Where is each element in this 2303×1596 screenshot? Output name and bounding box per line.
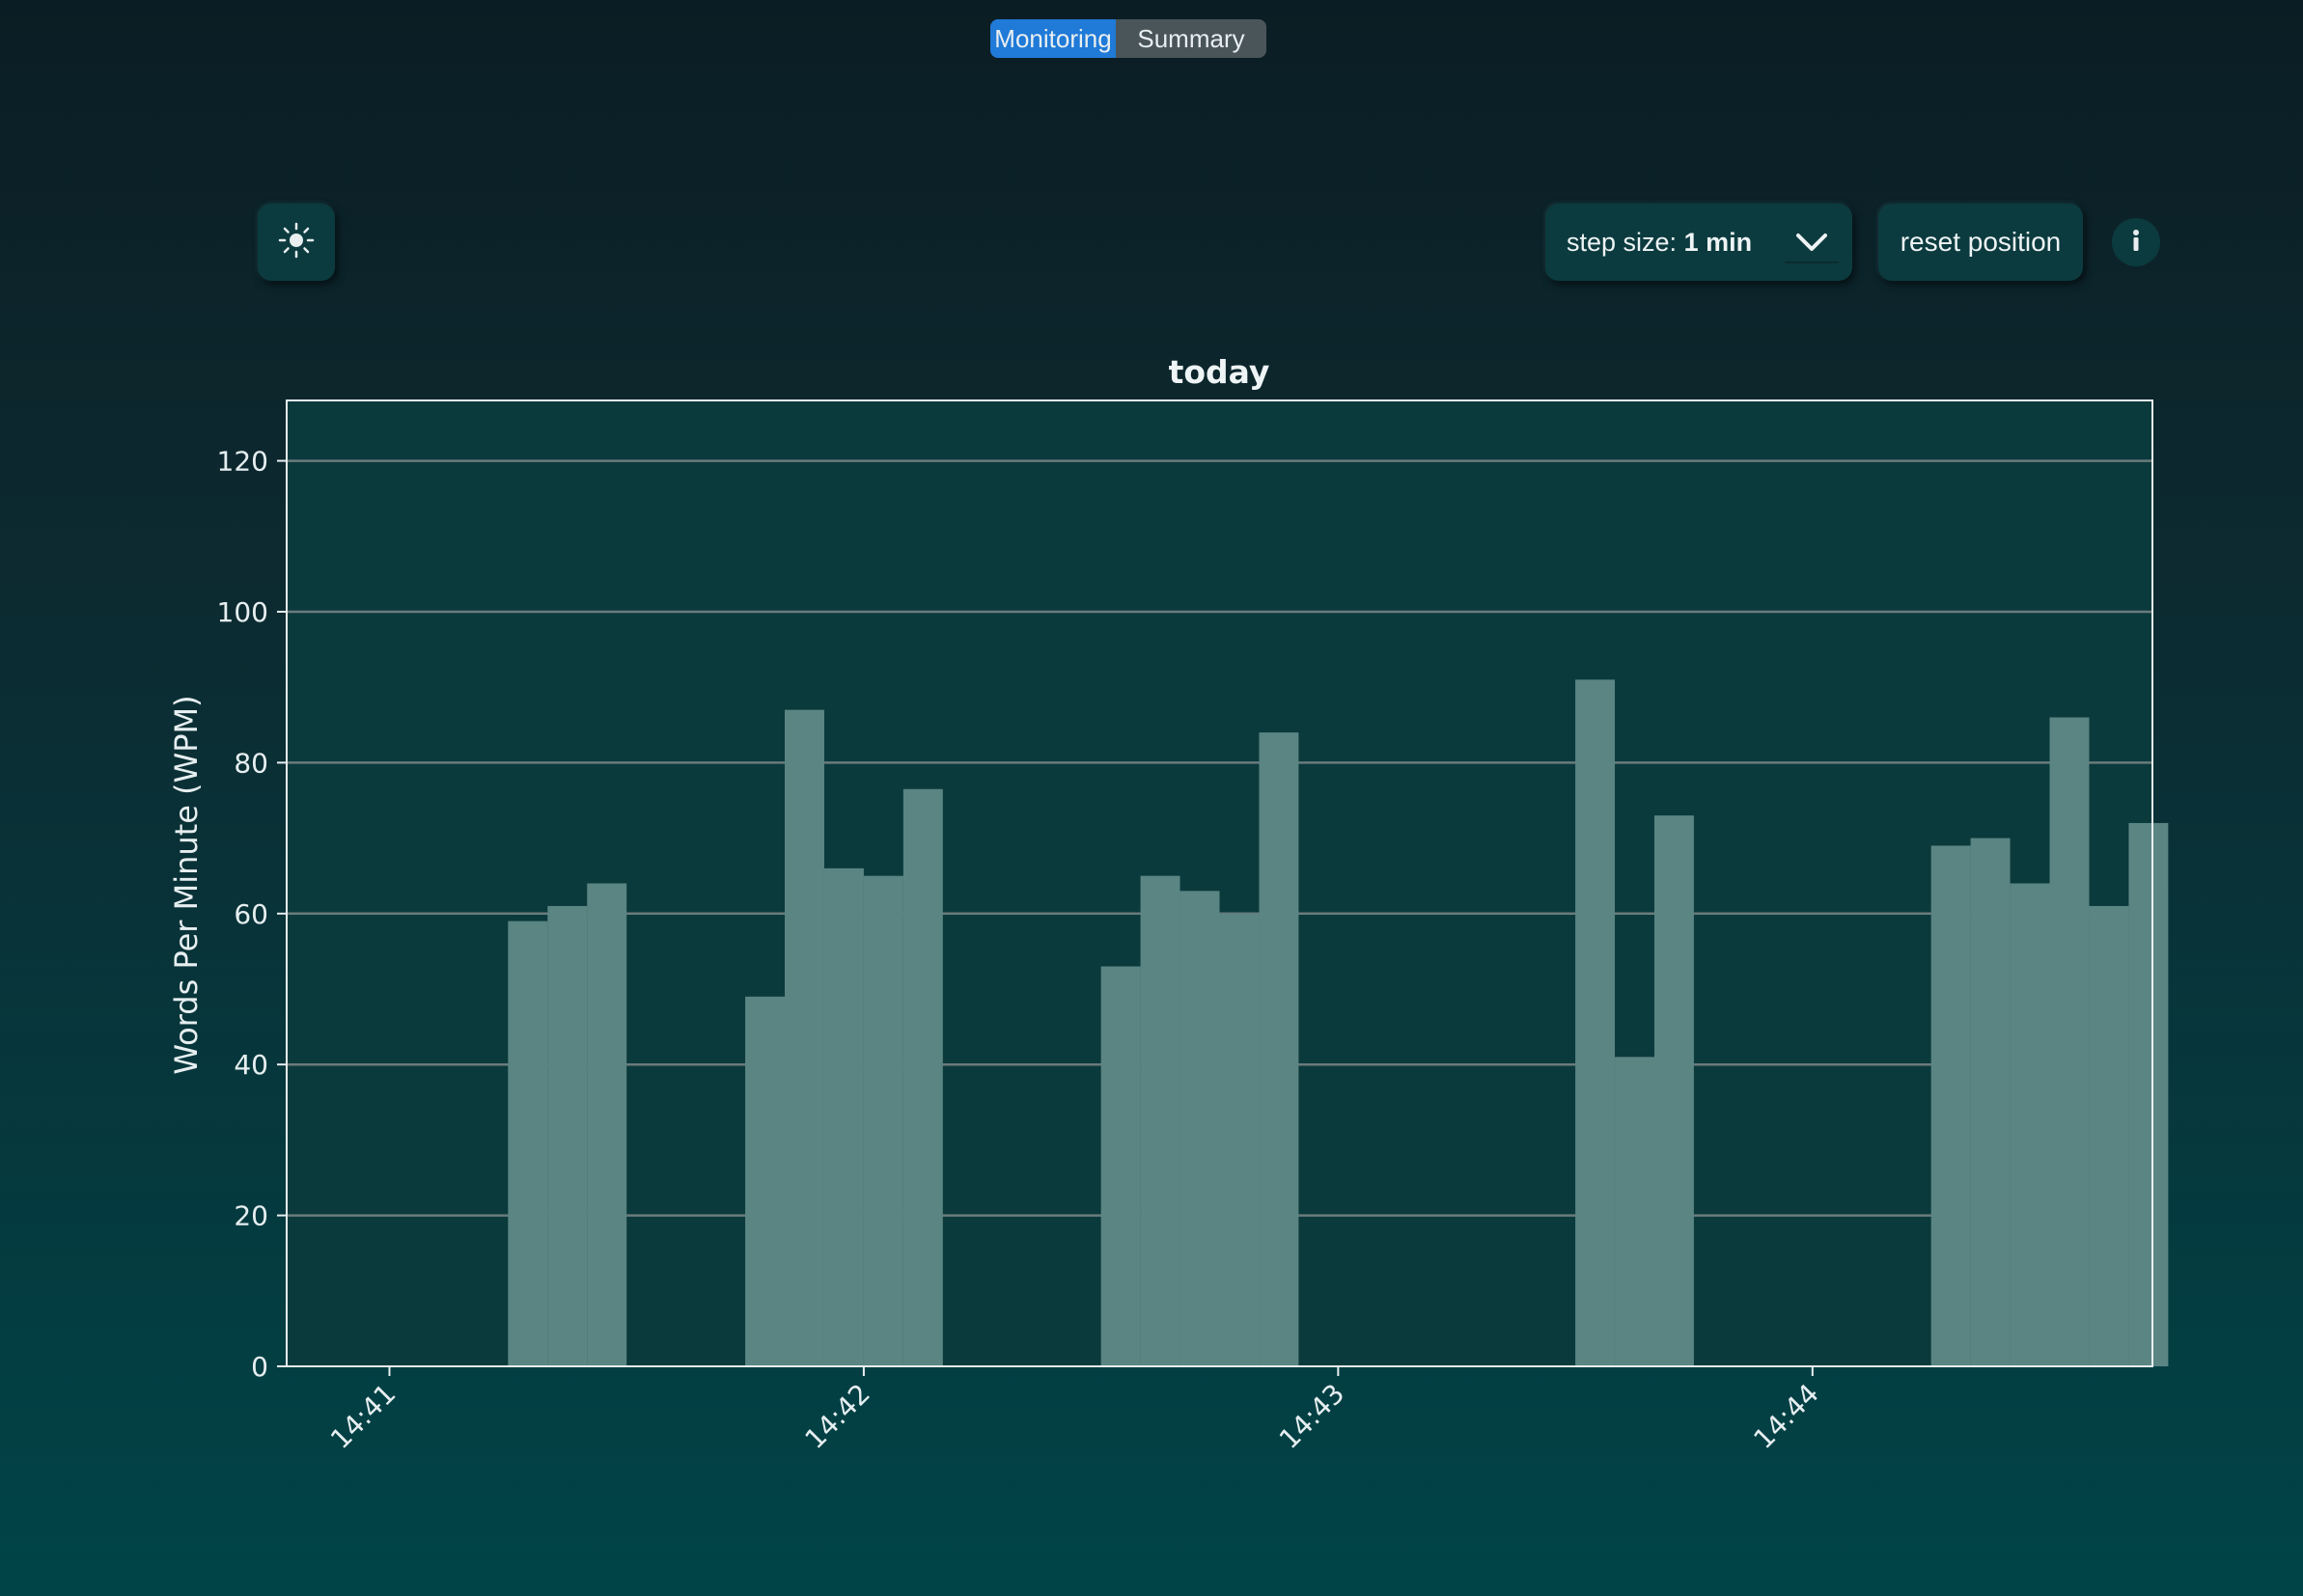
- bar: [587, 883, 627, 1366]
- y-tick-label: 60: [234, 898, 268, 930]
- bar: [1219, 913, 1260, 1366]
- bar: [1930, 845, 1971, 1366]
- bar: [823, 867, 864, 1366]
- bar: [1140, 875, 1180, 1366]
- y-tick-label: 40: [234, 1049, 268, 1081]
- bar: [2128, 822, 2169, 1366]
- x-axis: 14:41 14:42 14:43 14:44: [324, 1366, 1825, 1455]
- x-tick-label: 14:44: [1747, 1378, 1824, 1455]
- bar: [1653, 815, 1694, 1366]
- bar: [2089, 905, 2129, 1366]
- bar: [1615, 1057, 1654, 1366]
- wpm-chart: 0 20 40 60 80 100 120 14:41 14:42 14:43 14:44 tod…: [168, 353, 2169, 1455]
- bar: [745, 996, 786, 1366]
- bar: [508, 921, 548, 1366]
- bar: [863, 875, 903, 1366]
- bar: [1575, 679, 1616, 1366]
- y-axis-label: Words Per Minute (WPM): [168, 695, 205, 1074]
- x-tick-label: 14:43: [1273, 1378, 1350, 1455]
- bar: [902, 788, 943, 1366]
- chart-title: today: [1169, 353, 1270, 391]
- y-tick-label: 100: [217, 596, 268, 628]
- bar: [785, 709, 824, 1366]
- bar: [1259, 732, 1299, 1366]
- bar: [547, 905, 588, 1366]
- x-tick-label: 14:42: [798, 1378, 875, 1455]
- bar: [2049, 717, 2090, 1366]
- y-tick-label: 0: [251, 1351, 268, 1383]
- bar: [2010, 883, 2050, 1366]
- bar: [1100, 966, 1141, 1366]
- bar: [1970, 838, 2011, 1366]
- x-tick-label: 14:41: [324, 1378, 402, 1455]
- y-tick-label: 120: [217, 446, 268, 478]
- y-tick-label: 80: [234, 747, 268, 779]
- bar: [1179, 891, 1220, 1366]
- y-axis: 0 20 40 60 80 100 120: [217, 446, 287, 1383]
- y-tick-label: 20: [234, 1200, 268, 1232]
